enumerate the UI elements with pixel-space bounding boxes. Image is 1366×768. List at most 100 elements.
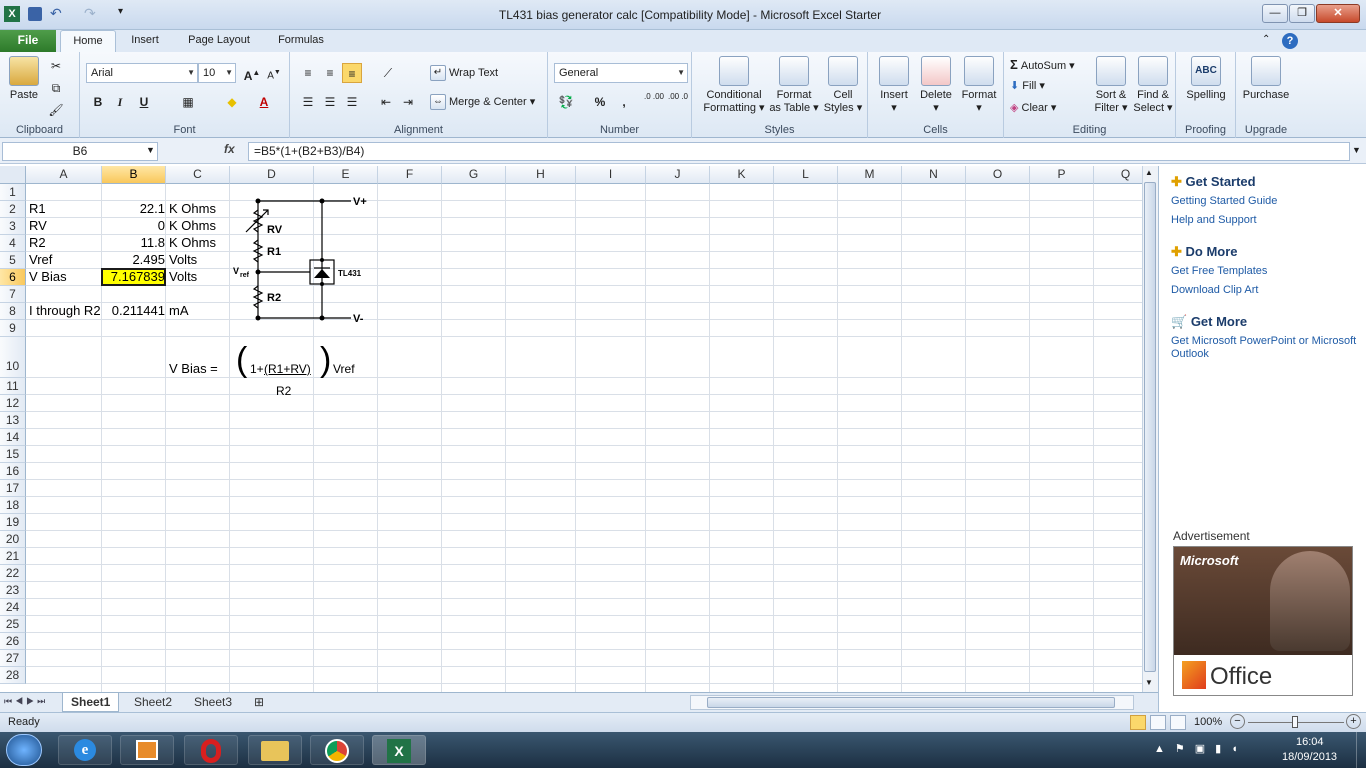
tab-page-layout[interactable]: Page Layout <box>180 30 258 52</box>
cell-b6[interactable]: 7.167839 <box>103 269 165 285</box>
insert-function-button[interactable]: fx <box>224 142 235 156</box>
cell-c3[interactable]: K Ohms <box>169 218 216 234</box>
row-header-13[interactable]: 13 <box>0 412 26 429</box>
currency-icon[interactable]: 💱 <box>556 92 576 112</box>
select-all-corner[interactable] <box>0 166 26 184</box>
opera-icon[interactable] <box>184 735 238 765</box>
row-header-2[interactable]: 2 <box>0 201 26 218</box>
row-header-4[interactable]: 4 <box>0 235 26 252</box>
cell-b8[interactable]: 0.211441 <box>103 303 165 319</box>
formula-input[interactable]: =B5*(1+(B2+B3)/B4) <box>248 142 1350 161</box>
tab-home[interactable]: Home <box>60 30 116 52</box>
column-header-m[interactable]: M <box>838 166 902 184</box>
column-header-a[interactable]: A <box>26 166 102 184</box>
cell-a8[interactable]: I through R2 <box>29 303 101 319</box>
format-as-table-button[interactable]: Format as Table ▾ <box>768 56 820 115</box>
cell-c10[interactable]: V Bias = <box>169 361 218 377</box>
media-player-icon[interactable] <box>120 735 174 765</box>
increase-decimal-button[interactable]: .0 .00 <box>642 92 666 112</box>
row-header-23[interactable]: 23 <box>0 582 26 599</box>
insert-cells-button[interactable]: Insert ▾ <box>874 56 914 115</box>
zoom-out-button[interactable]: − <box>1230 714 1245 729</box>
insert-sheet-icon[interactable]: ⊞ <box>246 693 272 712</box>
column-header-p[interactable]: P <box>1030 166 1094 184</box>
tab-insert[interactable]: Insert <box>122 30 168 52</box>
delete-cells-button[interactable]: Delete ▾ <box>916 56 956 115</box>
row-header-20[interactable]: 20 <box>0 531 26 548</box>
horizontal-scrollbar[interactable] <box>690 695 1134 710</box>
align-center-icon[interactable]: ☰ <box>320 92 340 112</box>
close-button[interactable]: ✕ <box>1316 4 1360 23</box>
decrease-indent-icon[interactable]: ⇤ <box>376 92 396 112</box>
row-header-10[interactable]: 10 <box>0 337 26 378</box>
help-icon[interactable]: ? <box>1282 33 1298 49</box>
zoom-level[interactable]: 100% <box>1194 716 1222 728</box>
column-header-b[interactable]: B <box>102 166 166 184</box>
comma-button[interactable]: , <box>614 92 634 112</box>
row-header-8[interactable]: 8 <box>0 303 26 320</box>
format-painter-icon[interactable]: 🖌 <box>46 100 66 120</box>
fill-color-icon[interactable]: ◆ <box>222 92 242 112</box>
align-right-icon[interactable]: ☰ <box>342 92 362 112</box>
minimize-button[interactable]: — <box>1262 4 1288 23</box>
scroll-up-arrow-icon[interactable]: ▲ <box>1145 168 1153 177</box>
cell-a2[interactable]: R1 <box>29 201 46 217</box>
undo-icon[interactable]: ↶ <box>50 5 62 22</box>
cut-icon[interactable]: ✂ <box>46 56 66 76</box>
tray-icons[interactable]: ▲⚑▣▮◖ <box>1154 742 1248 755</box>
internet-explorer-icon[interactable]: e <box>58 735 112 765</box>
increase-indent-icon[interactable]: ⇥ <box>398 92 418 112</box>
row-header-9[interactable]: 9 <box>0 320 26 337</box>
copy-icon[interactable]: ⧉ <box>46 78 66 98</box>
office-advertisement[interactable]: Microsoft Office <box>1173 546 1353 696</box>
clock-time[interactable]: 16:04 <box>1296 736 1324 748</box>
column-header-j[interactable]: J <box>646 166 710 184</box>
font-name-combo[interactable]: Arial ▼ <box>86 63 198 83</box>
zoom-slider-thumb[interactable] <box>1292 716 1298 728</box>
name-box[interactable]: B6 <box>2 142 158 161</box>
row-header-5[interactable]: 5 <box>0 252 26 269</box>
cell-a3[interactable]: RV <box>29 218 47 234</box>
column-header-d[interactable]: D <box>230 166 314 184</box>
row-header-27[interactable]: 27 <box>0 650 26 667</box>
save-icon[interactable] <box>28 7 42 21</box>
column-header-i[interactable]: I <box>576 166 646 184</box>
row-header-26[interactable]: 26 <box>0 633 26 650</box>
vertical-scrollbar[interactable]: ▲ ▼ <box>1142 166 1158 692</box>
column-header-e[interactable]: E <box>314 166 378 184</box>
row-header-24[interactable]: 24 <box>0 599 26 616</box>
conditional-formatting-button[interactable]: Conditional Formatting ▾ <box>696 56 772 115</box>
column-header-c[interactable]: C <box>166 166 230 184</box>
align-top-icon[interactable]: ≡ <box>298 63 318 83</box>
row-header-6[interactable]: 6 <box>0 269 26 286</box>
align-bottom-icon[interactable]: ≡ <box>342 63 362 83</box>
cell-a6[interactable]: V Bias <box>29 269 67 285</box>
find-select-button[interactable]: Find & Select ▾ <box>1132 56 1174 115</box>
horizontal-scroll-thumb[interactable] <box>707 697 1115 708</box>
row-header-14[interactable]: 14 <box>0 429 26 446</box>
maximize-button[interactable]: ❐ <box>1289 4 1315 23</box>
column-header-l[interactable]: L <box>774 166 838 184</box>
get-powerpoint-outlook-link[interactable]: Get Microsoft PowerPoint or Microsoft Ou… <box>1171 335 1361 361</box>
shrink-font-button[interactable]: A▼ <box>264 63 284 83</box>
fill-button[interactable]: ⬇ Fill ▾ <box>1010 80 1045 93</box>
sort-filter-button[interactable]: Sort & Filter ▾ <box>1090 56 1132 115</box>
format-cells-button[interactable]: Format ▾ <box>958 56 1000 115</box>
cell-c5[interactable]: Volts <box>169 252 197 268</box>
name-box-dropdown-icon[interactable]: ▼ <box>146 145 155 155</box>
scroll-down-arrow-icon[interactable]: ▼ <box>1145 678 1153 687</box>
column-header-q[interactable]: Q <box>1094 166 1142 184</box>
chrome-icon[interactable] <box>310 735 364 765</box>
number-format-combo[interactable]: General ▼ <box>554 63 688 83</box>
cell-c2[interactable]: K Ohms <box>169 201 216 217</box>
underline-button[interactable]: U <box>134 92 154 112</box>
column-header-g[interactable]: G <box>442 166 506 184</box>
font-color-icon[interactable]: A <box>254 92 274 112</box>
column-header-n[interactable]: N <box>902 166 966 184</box>
row-header-11[interactable]: 11 <box>0 378 26 395</box>
row-header-15[interactable]: 15 <box>0 446 26 463</box>
cell-b5[interactable]: 2.495 <box>103 252 165 268</box>
row-header-12[interactable]: 12 <box>0 395 26 412</box>
getting-started-guide-link[interactable]: Getting Started Guide <box>1171 195 1361 208</box>
cell-b4[interactable]: 11.8 <box>103 235 165 251</box>
